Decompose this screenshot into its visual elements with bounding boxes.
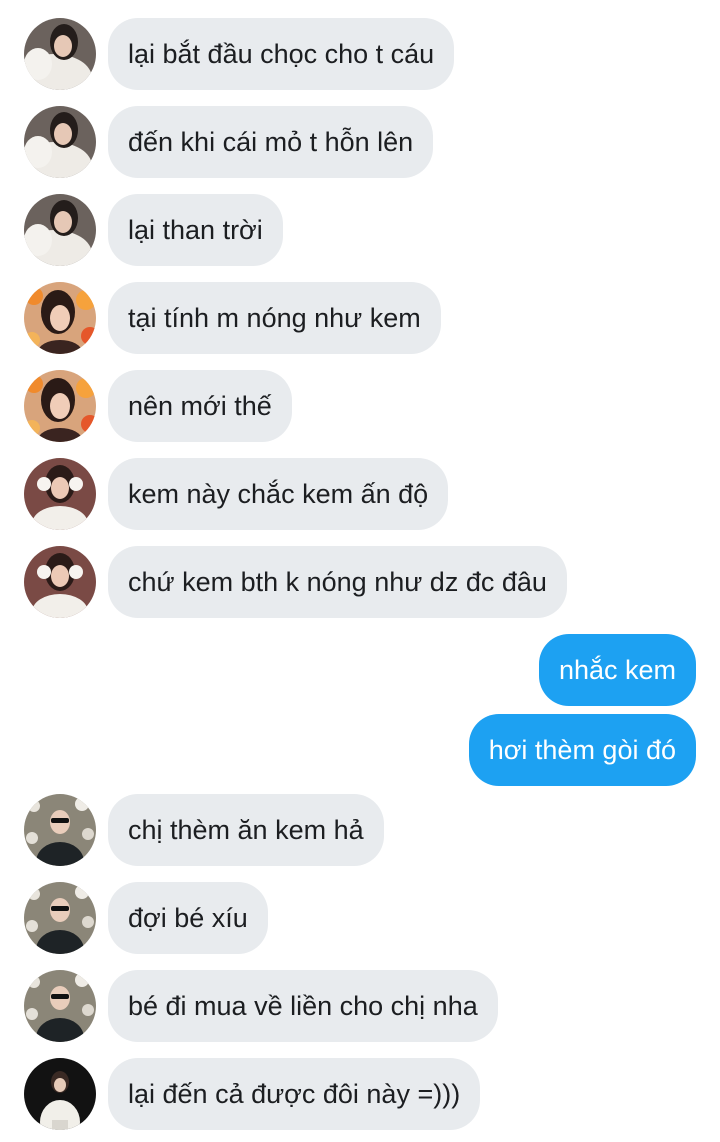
message-text: kem này chắc kem ấn độ [128, 479, 429, 509]
message-row: nên mới thế [0, 370, 720, 442]
avatar-woman-earmuffs[interactable] [24, 546, 96, 618]
avatar-woman-sunglasses-blossoms[interactable] [24, 970, 96, 1042]
message-row: nhắc kem [0, 634, 720, 706]
message-text: lại than trời [128, 215, 263, 245]
message-text: tại tính m nóng như kem [128, 303, 421, 333]
avatar-fur-coat-woman[interactable] [24, 106, 96, 178]
avatar-fur-coat-woman[interactable] [24, 194, 96, 266]
message-row: đợi bé xíu [0, 882, 720, 954]
avatar-woman-flowers[interactable] [24, 370, 96, 442]
message-row: chị thèm ăn kem hả [0, 794, 720, 866]
message-text: lại đến cả được đôi này =))) [128, 1079, 461, 1109]
message-bubble[interactable]: chứ kem bth k nóng như dz đc đâu [108, 546, 567, 618]
avatar-woman-earmuffs[interactable] [24, 458, 96, 530]
message-row: đến khi cái mỏ t hỗn lên [0, 106, 720, 178]
message-row: lại đến cả được đôi này =))) [0, 1058, 720, 1130]
message-bubble[interactable]: đợi bé xíu [108, 882, 268, 954]
message-text: đến khi cái mỏ t hỗn lên [128, 127, 414, 157]
message-bubble[interactable]: lại bắt đầu chọc cho t cáu [108, 18, 455, 90]
message-row: lại bắt đầu chọc cho t cáu [0, 18, 720, 90]
message-bubble[interactable]: hơi thèm gòi đó [468, 714, 696, 786]
message-bubble[interactable]: kem này chắc kem ấn độ [108, 458, 449, 530]
avatar-woman-sunglasses-blossoms[interactable] [24, 794, 96, 866]
message-bubble[interactable]: chị thèm ăn kem hả [108, 794, 384, 866]
message-row: lại than trời [0, 194, 720, 266]
avatar-fur-coat-woman[interactable] [24, 18, 96, 90]
message-bubble[interactable]: nhắc kem [538, 634, 696, 706]
message-bubble[interactable]: lại đến cả được đôi này =))) [108, 1058, 481, 1130]
message-bubble[interactable]: bé đi mua về liền cho chị nha [108, 970, 498, 1042]
message-text: nên mới thế [128, 391, 272, 421]
message-text: nhắc kem [558, 655, 676, 685]
message-text: bé đi mua về liền cho chị nha [128, 991, 478, 1021]
message-row: chứ kem bth k nóng như dz đc đâu [0, 546, 720, 618]
message-text: đợi bé xíu [128, 903, 248, 933]
message-text: chị thèm ăn kem hả [128, 815, 364, 845]
message-row: kem này chắc kem ấn độ [0, 458, 720, 530]
message-text: chứ kem bth k nóng như dz đc đâu [128, 567, 547, 597]
chat-thread: lại bắt đầu chọc cho t cáu đến khi cái m… [0, 0, 720, 1142]
message-text: hơi thèm gòi đó [488, 735, 676, 765]
message-row: bé đi mua về liền cho chị nha [0, 970, 720, 1042]
message-row: tại tính m nóng như kem [0, 282, 720, 354]
message-text: lại bắt đầu chọc cho t cáu [128, 39, 435, 69]
message-bubble[interactable]: nên mới thế [108, 370, 292, 442]
message-bubble[interactable]: lại than trời [108, 194, 283, 266]
avatar-woman-flowers[interactable] [24, 282, 96, 354]
message-bubble[interactable]: đến khi cái mỏ t hỗn lên [108, 106, 434, 178]
message-row: hơi thèm gòi đó [0, 714, 720, 786]
avatar-woman-white-coat-dark[interactable] [24, 1058, 96, 1130]
message-bubble[interactable]: tại tính m nóng như kem [108, 282, 441, 354]
avatar-woman-sunglasses-blossoms[interactable] [24, 882, 96, 954]
